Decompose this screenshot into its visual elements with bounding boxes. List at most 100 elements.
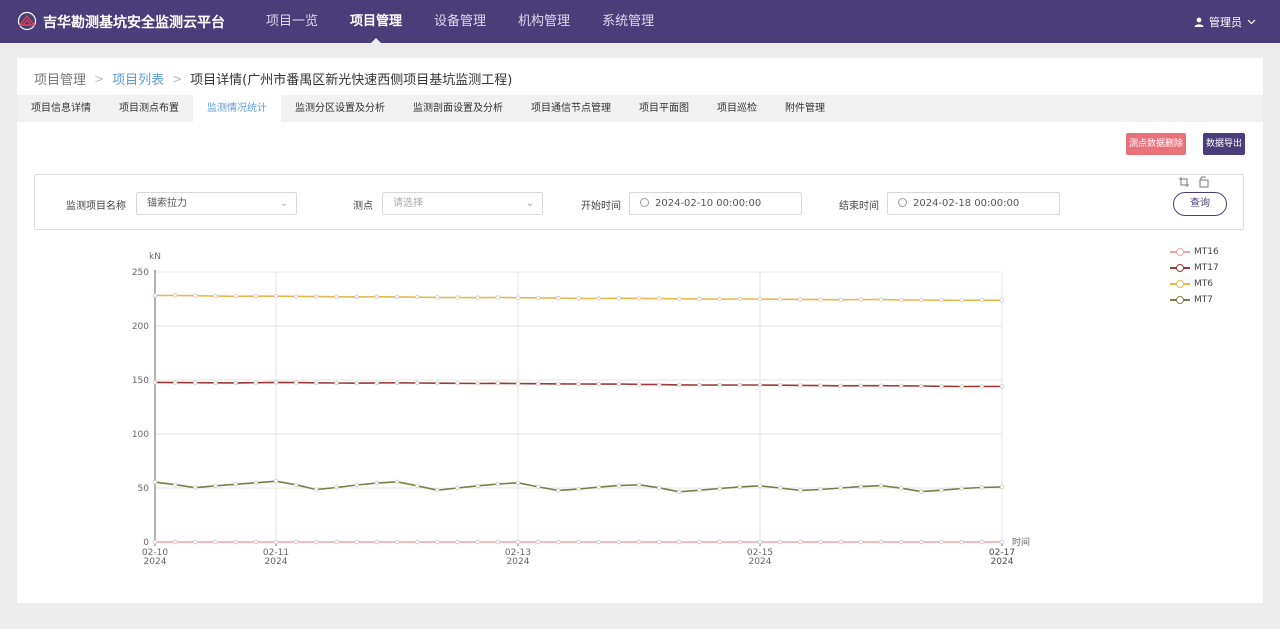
data-point: [596, 381, 601, 387]
x-tick-year-label: 2024: [265, 557, 288, 567]
data-point: [354, 482, 359, 488]
data-point: [677, 539, 682, 545]
data-point: [193, 293, 198, 298]
data-point: [193, 485, 198, 490]
data-point: [616, 539, 621, 545]
monitoring-line-chart: 05010015020025002-10202402-11202402-1320…: [132, 252, 1030, 567]
data-point: [899, 297, 904, 303]
data-point: [213, 380, 218, 385]
data-point: [999, 384, 1005, 389]
data-point: [152, 293, 158, 298]
data-point: [576, 486, 581, 492]
data-point: [596, 539, 601, 545]
data-point: [979, 485, 984, 490]
data-point: [435, 381, 440, 386]
data-point: [899, 383, 904, 388]
data-point: [294, 482, 299, 487]
data-point: [959, 298, 964, 303]
data-point: [737, 382, 742, 388]
data-point: [253, 380, 258, 385]
data-point: [657, 485, 662, 490]
data-point: [455, 295, 460, 300]
data-point: [213, 539, 218, 545]
data-point: [314, 487, 319, 492]
data-point: [999, 539, 1005, 545]
data-point: [778, 485, 783, 491]
data-point: [273, 479, 279, 484]
legend-item-mt17[interactable]: MT17: [1170, 260, 1219, 276]
data-point: [253, 480, 258, 485]
data-point: [677, 296, 682, 301]
data-point: [657, 382, 662, 387]
data-point: [152, 539, 158, 545]
data-point: [757, 382, 763, 388]
data-point: [798, 383, 803, 388]
legend-label: MT7: [1194, 295, 1213, 305]
y-tick-label: 0: [143, 538, 149, 548]
data-point: [576, 381, 581, 387]
y-tick-label: 150: [132, 376, 149, 386]
data-point: [152, 380, 158, 385]
data-point: [939, 384, 944, 389]
data-point: [334, 485, 339, 490]
data-point: [152, 479, 158, 485]
data-point: [858, 297, 863, 302]
x-axis-name: 时间: [1012, 536, 1030, 548]
data-point: [495, 539, 500, 545]
data-point: [394, 479, 400, 484]
data-point: [979, 539, 984, 545]
data-point: [193, 539, 198, 545]
data-point: [858, 539, 863, 545]
x-tick-year-label: 2024: [507, 557, 530, 567]
data-point: [899, 539, 904, 545]
legend-marker-icon: [1170, 247, 1190, 257]
chart-legend: MT16 MT17 MT6 MT7: [1170, 244, 1219, 308]
data-point: [253, 294, 258, 299]
data-point: [616, 296, 621, 301]
data-point: [697, 296, 702, 302]
data-point: [495, 295, 500, 300]
data-point: [757, 296, 763, 302]
data-point: [515, 480, 521, 485]
data-point: [435, 539, 440, 545]
data-point: [757, 483, 763, 488]
y-tick-label: 100: [132, 430, 149, 440]
data-point: [233, 294, 238, 299]
data-point: [778, 383, 783, 388]
data-point: [475, 381, 480, 386]
data-point: [919, 489, 924, 494]
data-point: [717, 296, 722, 302]
data-point: [697, 382, 702, 388]
data-point: [596, 484, 601, 490]
data-point: [515, 381, 521, 386]
data-point: [415, 295, 420, 300]
data-point: [697, 539, 702, 545]
data-point: [818, 297, 823, 302]
data-point: [737, 539, 742, 545]
data-point: [979, 384, 984, 389]
data-point: [677, 489, 682, 494]
data-point: [717, 539, 722, 545]
data-point: [455, 381, 460, 386]
legend-item-mt7[interactable]: MT7: [1170, 292, 1219, 308]
data-point: [253, 539, 258, 545]
data-point: [717, 486, 722, 491]
data-point: [455, 485, 460, 491]
data-point: [818, 539, 823, 545]
data-point: [556, 381, 561, 387]
data-point: [475, 539, 480, 545]
data-point: [172, 482, 178, 487]
legend-item-mt16[interactable]: MT16: [1170, 244, 1219, 260]
data-point: [233, 539, 238, 545]
legend-item-mt6[interactable]: MT6: [1170, 276, 1219, 292]
data-point: [939, 539, 944, 545]
data-point: [757, 539, 763, 545]
data-point: [294, 380, 299, 385]
data-point: [495, 381, 500, 386]
data-point: [899, 486, 904, 491]
x-tick-year-label: 2024: [749, 557, 772, 567]
data-point: [616, 483, 621, 488]
data-point: [798, 539, 803, 545]
data-point: [838, 383, 843, 388]
data-point: [878, 539, 884, 545]
